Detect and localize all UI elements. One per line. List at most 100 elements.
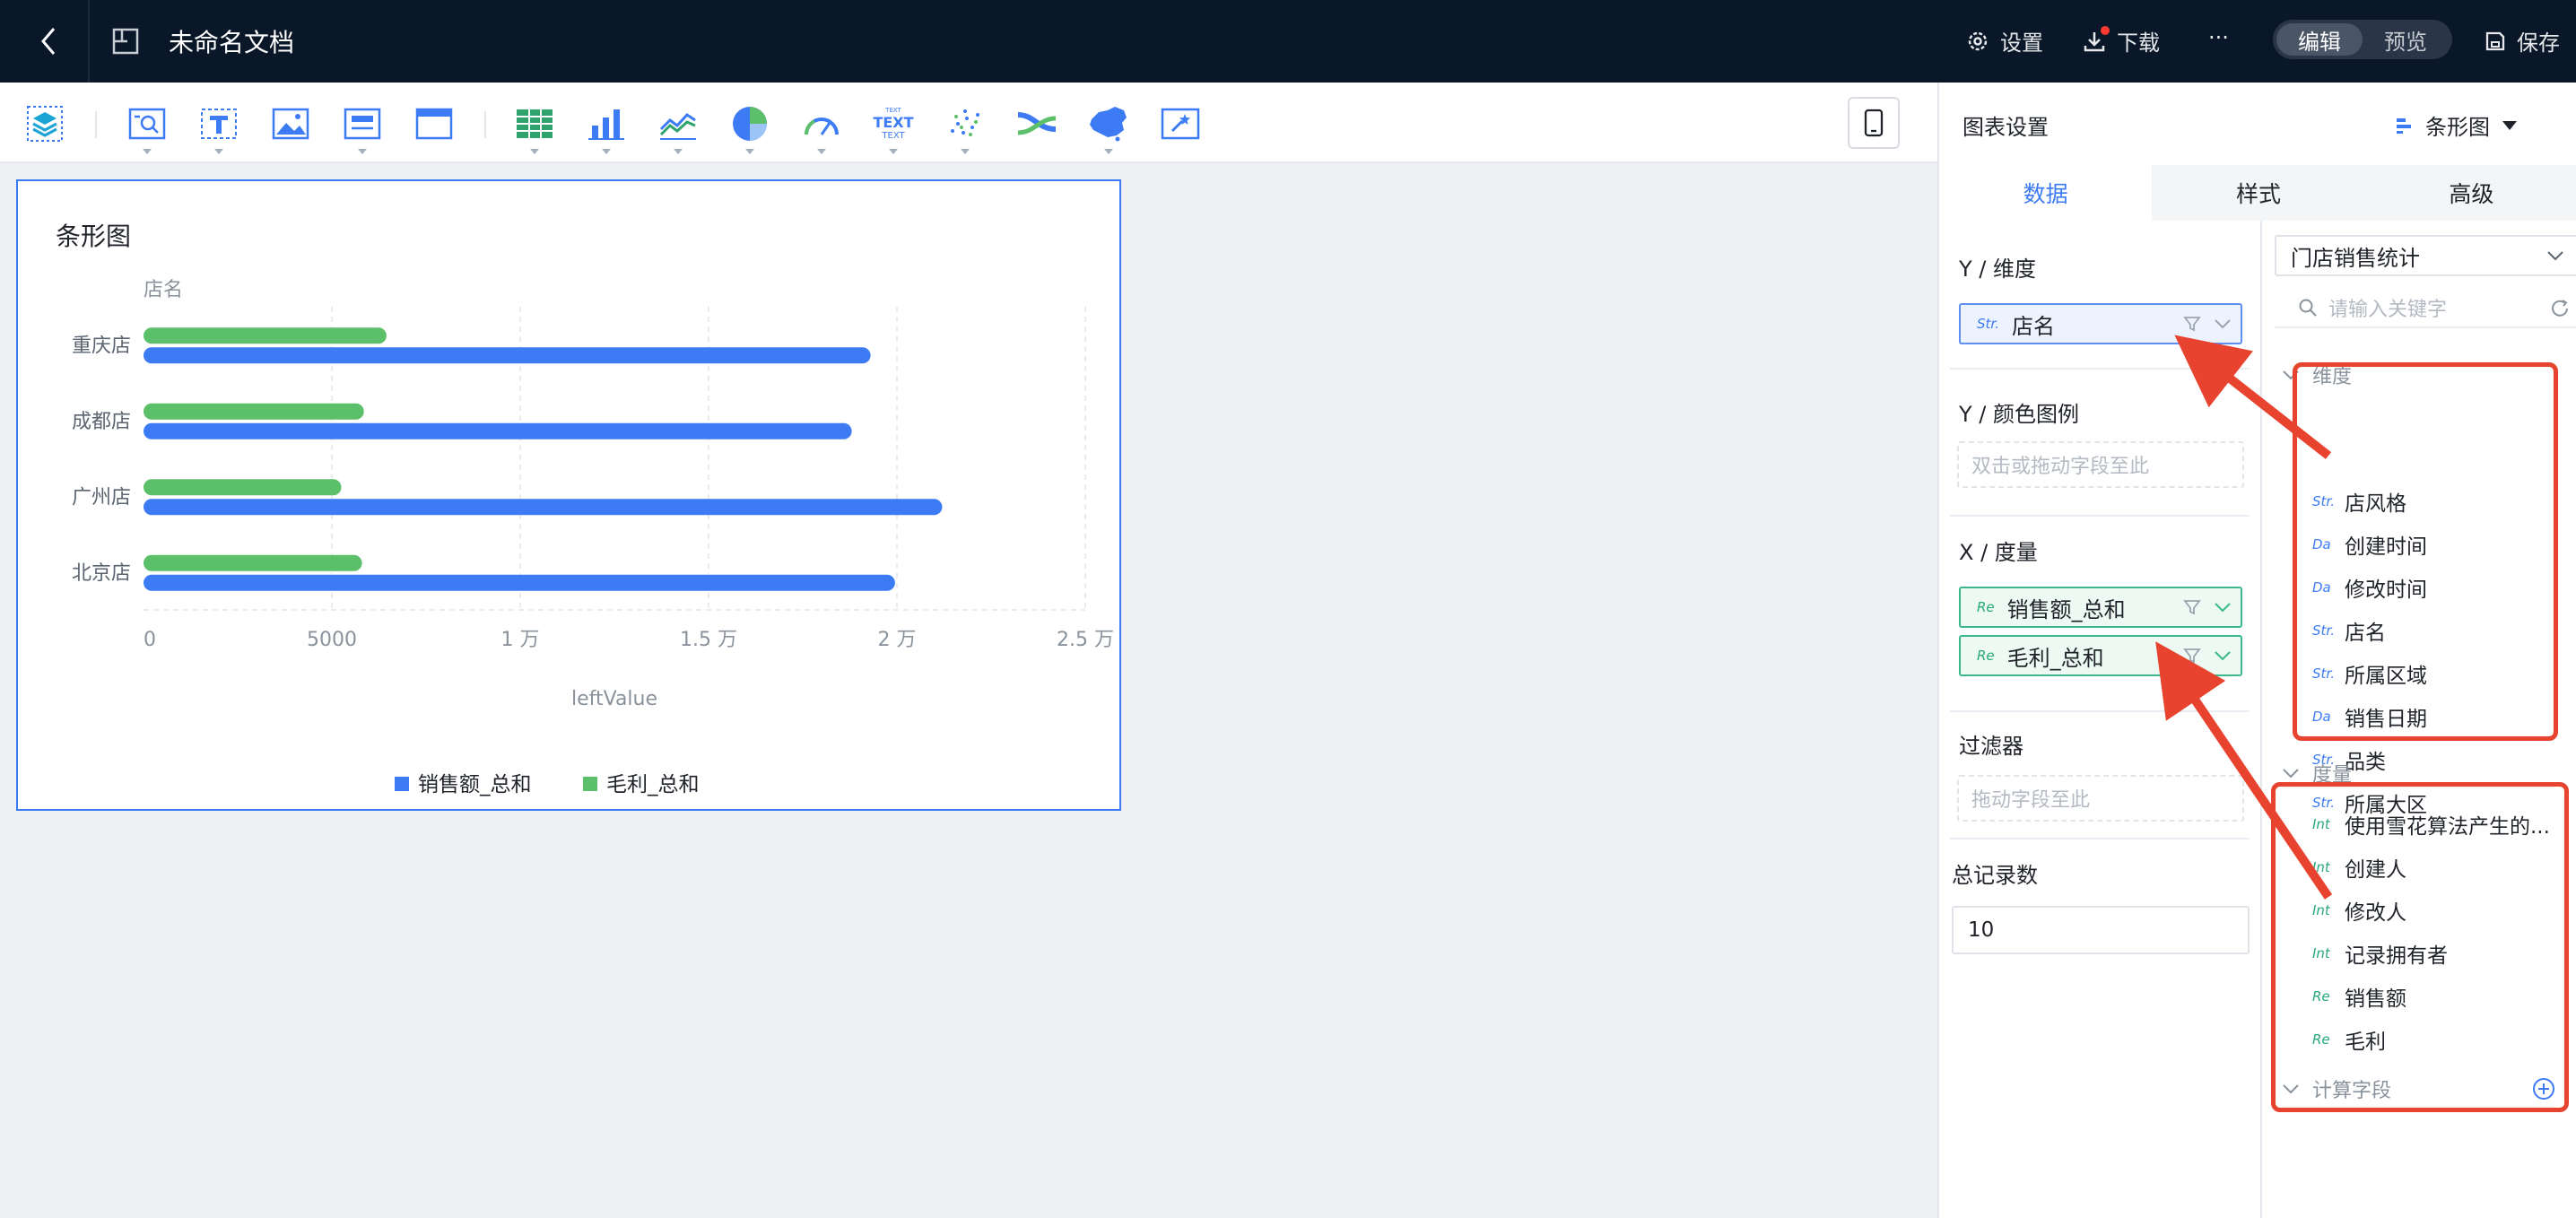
caret-icon	[1104, 149, 1113, 154]
triangle-down-icon	[2502, 120, 2517, 130]
download-button[interactable]: 下载	[2083, 25, 2160, 57]
map-chart-icon	[1090, 107, 1127, 142]
chart-type-selector[interactable]: 条形图	[2395, 109, 2519, 141]
total-records-input[interactable]: 10	[1952, 906, 2250, 954]
text-chart-button[interactable]: TEXT TEXT TEXT	[872, 102, 915, 154]
sankey-chart-icon	[1017, 112, 1057, 135]
svg-text:TEXT: TEXT	[881, 131, 905, 141]
bar-chart-type-icon	[2397, 117, 2411, 134]
phone-icon	[1864, 109, 1884, 137]
scatter-chart-icon	[951, 109, 979, 136]
line-chart-icon	[659, 113, 696, 140]
real-type-tag: Re	[1977, 648, 1995, 664]
caret-icon	[214, 149, 223, 154]
table-chart-button[interactable]	[513, 102, 556, 154]
chevron-left-icon	[41, 28, 56, 55]
preview-mode-button[interactable]: 预览	[2363, 23, 2449, 56]
mobile-preview-button[interactable]	[1848, 97, 1900, 149]
bar-gross-profit	[144, 479, 342, 496]
bar-gross-profit	[144, 403, 364, 420]
total-records-label: 总记录数	[1952, 863, 2038, 888]
x-measure-field[interactable]: Re 毛利_总和	[1959, 635, 2242, 676]
divider	[88, 0, 90, 83]
svg-text:TEXT: TEXT	[884, 107, 901, 114]
line-chart-button[interactable]	[657, 102, 700, 154]
gauge-chart-button[interactable]	[800, 102, 843, 154]
more-button[interactable]: ···	[2208, 25, 2229, 50]
legend-label: 销售额_总和	[418, 773, 532, 796]
real-type-tag: Re	[1977, 599, 1995, 615]
y-axis-title: 店名	[144, 279, 183, 301]
field-name: 毛利_总和	[2006, 645, 2104, 671]
settings-button[interactable]: 设置	[1966, 25, 2043, 57]
caret-icon	[602, 149, 611, 154]
filter-icon[interactable]	[2183, 315, 2201, 333]
text-chart-icon: TEXTTEXTTEXT	[873, 107, 913, 141]
refresh-icon[interactable]	[2549, 298, 2571, 319]
edit-mode-button[interactable]: 编辑	[2276, 23, 2363, 56]
bar-gross-profit	[144, 327, 387, 344]
search-widget-button[interactable]	[126, 102, 169, 154]
bar-chart-button[interactable]	[585, 102, 628, 154]
layers-button[interactable]	[23, 102, 66, 145]
save-button[interactable]: 保存	[2485, 25, 2560, 57]
search-placeholder: 请输入关键字	[2328, 299, 2448, 321]
divider	[1950, 515, 2250, 517]
document-title[interactable]: 未命名文档	[169, 23, 294, 59]
top-bar: 未命名文档 设置 下载 ··· 编辑 预览 保存	[0, 0, 2576, 83]
chevron-down-icon[interactable]	[2214, 318, 2232, 330]
window-widget-button[interactable]	[413, 102, 456, 145]
toolbar-divider	[95, 111, 97, 138]
x-tick-label: 2.5 万	[1057, 629, 1114, 651]
sankey-chart-button[interactable]	[1015, 102, 1058, 145]
string-type-tag: Str.	[1977, 316, 1999, 332]
filter-dropzone[interactable]: 拖动字段至此	[1957, 775, 2244, 822]
bar-chart: 店名 0 5000 1 万 1.5 万 2 万 2.5 万 leftValue 重庆店成都店广州…	[72, 279, 1114, 796]
caret-icon	[745, 149, 754, 154]
caret-icon	[961, 149, 970, 154]
save-icon	[2485, 31, 2505, 50]
card-widget-button[interactable]	[341, 102, 384, 154]
x-measure-field[interactable]: Re 销售额_总和	[1959, 587, 2242, 628]
y-category-label: 重庆店	[72, 335, 131, 357]
field-name: 店名	[2011, 313, 2055, 339]
gauge-chart-icon	[805, 117, 839, 135]
annotation-box-dimensions	[2293, 362, 2558, 741]
y-category-label: 北京店	[72, 562, 131, 585]
y-color-dropzone[interactable]: 双击或拖动字段至此	[1957, 441, 2244, 488]
chart-card[interactable]: 条形图 店名 0 5000 1 万 1.5 万2 万 2.5 万 leftValue 重庆店成…	[16, 179, 1121, 811]
scatter-chart-button[interactable]	[944, 102, 987, 154]
tab-style[interactable]: 样式	[2152, 165, 2364, 221]
divider	[1950, 838, 2250, 840]
chevron-down-icon	[2547, 251, 2563, 261]
back-button[interactable]	[30, 23, 66, 59]
caret-icon	[889, 149, 898, 154]
pie-chart-button[interactable]	[728, 102, 771, 154]
chevron-down-icon[interactable]	[2214, 601, 2232, 613]
chevron-down-icon[interactable]	[2214, 649, 2232, 662]
legend-swatch	[395, 777, 409, 791]
dataset-select[interactable]: 门店销售统计	[2275, 235, 2576, 276]
y-dimension-label: Y / 维度	[1959, 257, 2037, 282]
y-dimension-field[interactable]: Str. 店名	[1959, 303, 2242, 344]
filter-icon[interactable]	[2183, 647, 2201, 665]
text-widget-button[interactable]	[197, 102, 240, 154]
custom-chart-icon	[1161, 108, 1200, 140]
tab-advanced[interactable]: 高级	[2365, 165, 2576, 221]
image-widget-button[interactable]	[269, 102, 312, 145]
filter-icon[interactable]	[2183, 598, 2201, 616]
map-chart-button[interactable]	[1087, 102, 1130, 154]
card-widget-icon	[344, 108, 381, 140]
y-category-label: 成都店	[72, 411, 131, 433]
field-search-input[interactable]: 请输入关键字	[2275, 289, 2576, 328]
filter-label: 过滤器	[1959, 734, 2023, 759]
tab-data[interactable]: 数据	[1939, 165, 2153, 221]
y-color-label: Y / 颜色图例	[1959, 402, 2080, 427]
caret-icon	[143, 149, 152, 154]
search-icon	[2299, 299, 2317, 317]
custom-chart-button[interactable]	[1159, 102, 1202, 145]
x-tick-label: 2 万	[878, 629, 917, 651]
x-axis-title: leftValue	[571, 688, 657, 710]
svg-text:TEXT: TEXT	[873, 114, 913, 131]
bar-sales	[144, 499, 943, 516]
